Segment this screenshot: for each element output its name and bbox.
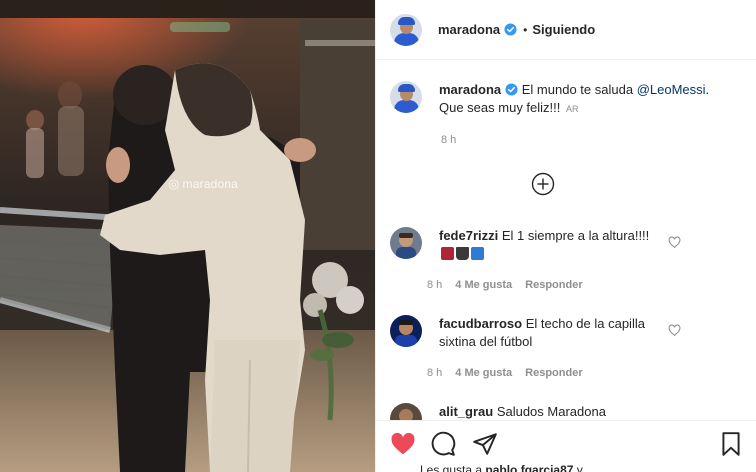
load-more-comments-icon[interactable]	[531, 172, 555, 196]
comment-body: Saludos Maradona	[496, 404, 606, 419]
graduation-cap-emoji-icon	[456, 247, 469, 260]
header-separator: •	[523, 22, 528, 37]
comment-meta: 8 h 4 Me gusta Responder	[427, 279, 583, 291]
author-username-text[interactable]: maradona	[438, 22, 500, 37]
likes-summary: Les gusta a pablo.fgarcia87 y	[420, 463, 583, 472]
comment-like-heart-icon[interactable]	[668, 324, 681, 337]
instagram-glyph-icon: ◎	[168, 176, 180, 191]
post-header: maradona • Siguiendo	[376, 0, 756, 60]
likes-suffix: y	[576, 463, 583, 472]
comment-meta: 8 h 4 Me gusta Responder	[427, 367, 583, 379]
comment-username[interactable]: fede7rizzi	[439, 228, 498, 243]
comment-text: facudbarroso El techo de la capilla sixt…	[439, 315, 654, 351]
photo-watermark: ◎ maradona	[168, 176, 238, 192]
likes-prefix: Les gusta a	[420, 463, 483, 472]
comment-timestamp[interactable]: 8 h	[427, 367, 442, 379]
following-button[interactable]: Siguiendo	[532, 22, 595, 37]
comment-reply-button[interactable]: Responder	[525, 367, 582, 379]
caption-username[interactable]: maradona	[439, 82, 501, 97]
paper-plane-icon[interactable]	[472, 431, 498, 457]
comment-likes-count[interactable]: 4 Me gusta	[455, 367, 512, 379]
caption-timestamp[interactable]: 8 h	[441, 134, 456, 146]
comment-body: El 1 siempre a la altura!!!!	[501, 228, 650, 243]
keycap-ten-emoji-icon	[471, 247, 484, 260]
comment-item: fede7rizzi El 1 siempre a la altura!!!!	[390, 227, 745, 263]
commenter-avatar[interactable]	[390, 315, 422, 347]
author-avatar[interactable]	[390, 13, 422, 46]
comment-timestamp[interactable]: 8 h	[427, 279, 442, 291]
heart-filled-icon[interactable]	[390, 431, 416, 457]
instagram-post: ◎ maradona maradona • Siguiendo maradona…	[0, 0, 756, 472]
caption-text: maradona El mundo te saluda @LeoMessi. Q…	[439, 81, 729, 118]
hundred-emoji-icon	[441, 247, 454, 260]
comment-username[interactable]: alit_grau	[439, 404, 493, 419]
comment-reply-button[interactable]: Responder	[525, 279, 582, 291]
likes-user-link[interactable]: pablo.fgarcia87	[485, 463, 573, 472]
post-caption: maradona El mundo te saluda @LeoMessi. Q…	[390, 81, 745, 118]
author-username[interactable]: maradona	[438, 22, 517, 37]
verified-badge-icon	[504, 23, 517, 36]
comment-text: fede7rizzi El 1 siempre a la altura!!!!	[439, 227, 654, 263]
caption-translate-tag[interactable]: AR	[566, 104, 579, 114]
photo-illustration	[0, 0, 375, 472]
caption-author-avatar[interactable]	[390, 81, 422, 113]
post-side-panel: maradona • Siguiendo maradona El mundo t…	[375, 0, 756, 472]
speech-bubble-icon[interactable]	[430, 431, 456, 457]
post-photo[interactable]: ◎ maradona	[0, 0, 375, 472]
watermark-text: maradona	[182, 177, 239, 191]
caption-body-start: El mundo te saluda	[521, 82, 634, 97]
verified-badge-icon	[505, 83, 518, 96]
caption-mention-link[interactable]: @LeoMessi	[637, 82, 706, 97]
comment-username[interactable]: facudbarroso	[439, 316, 522, 331]
comment-item: facudbarroso El techo de la capilla sixt…	[390, 315, 745, 351]
comment-like-heart-icon[interactable]	[668, 236, 681, 249]
comment-likes-count[interactable]: 4 Me gusta	[455, 279, 512, 291]
bookmark-icon[interactable]	[718, 431, 744, 457]
commenter-avatar[interactable]	[390, 227, 422, 259]
